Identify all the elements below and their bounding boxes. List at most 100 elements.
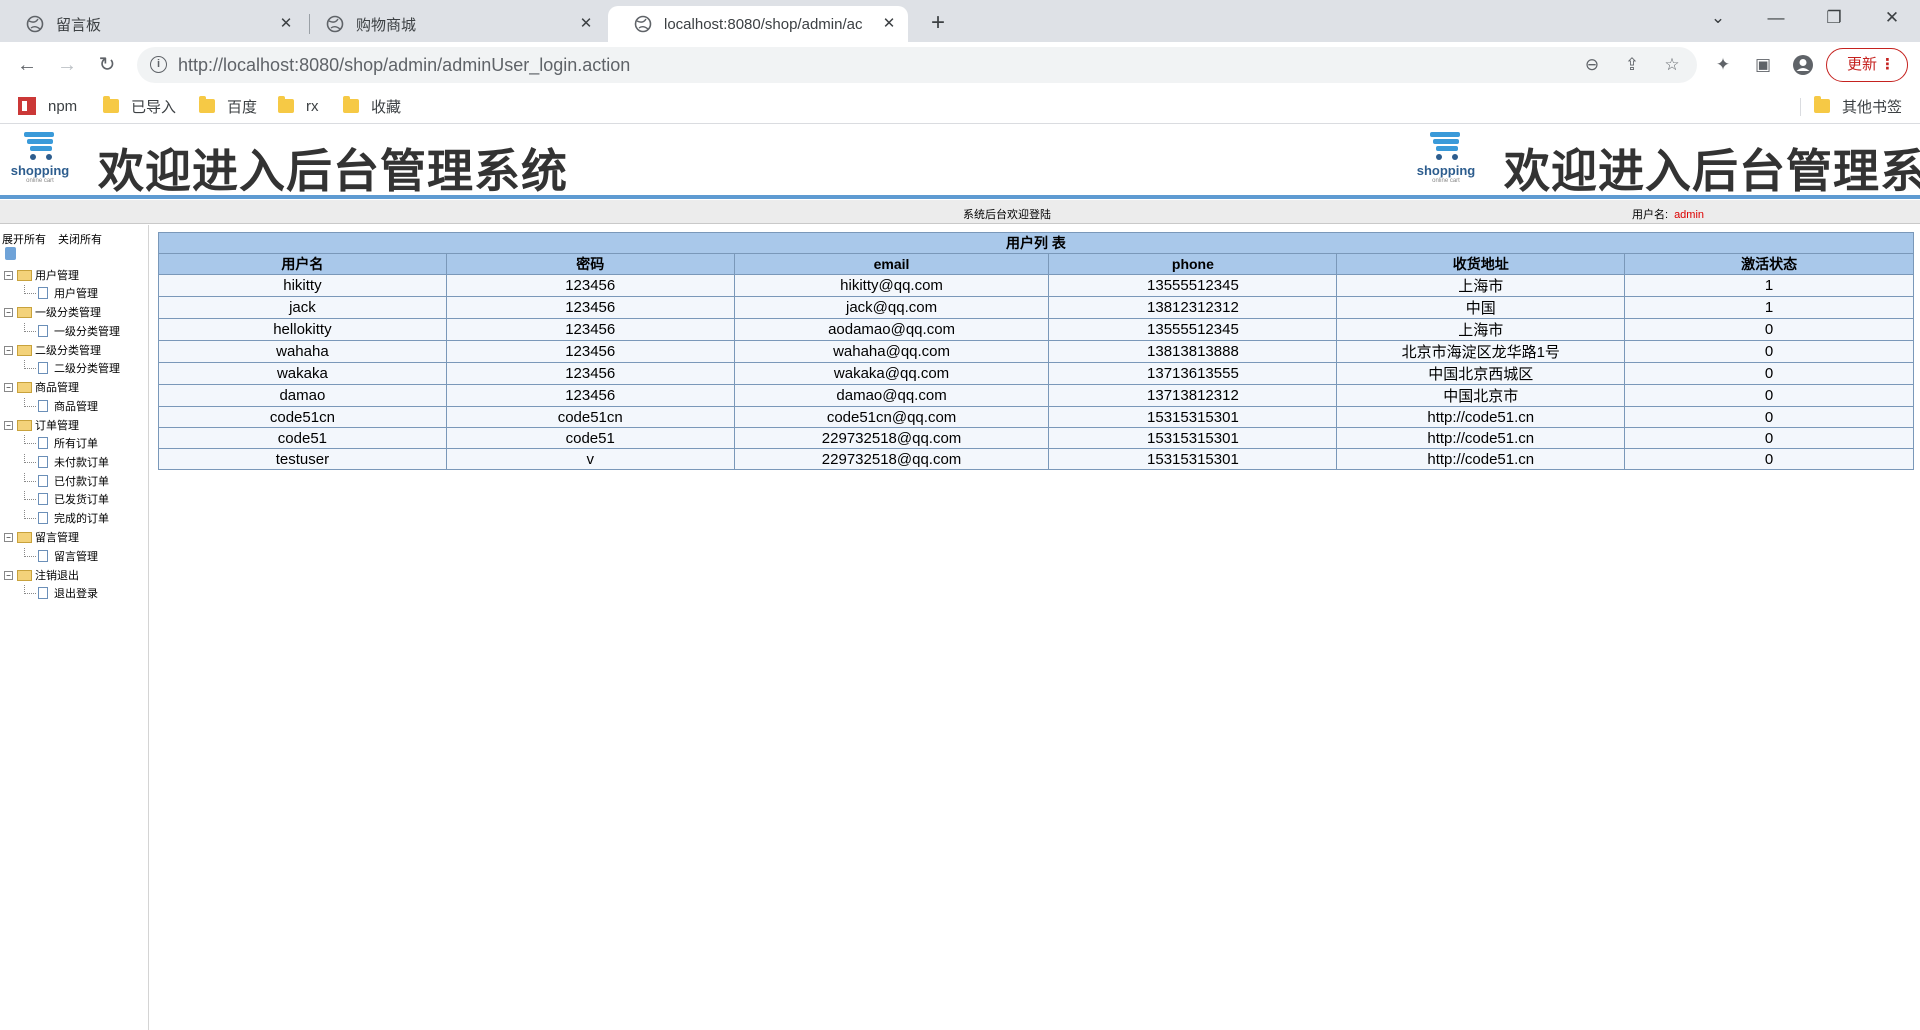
url-host: http://localhost:8080 bbox=[178, 55, 340, 75]
table-row: hikitty 123456 hikitty@qq.com 13555512345 上海… bbox=[158, 274, 1914, 297]
page-icon bbox=[38, 400, 48, 412]
url-text[interactable]: http://localhost:8080/shop/admin/adminUs… bbox=[178, 55, 630, 76]
cell-address: 上海市 bbox=[1336, 274, 1626, 297]
cell-status: 0 bbox=[1624, 448, 1914, 470]
tree-item-unpaid-orders[interactable]: 未付款订单 bbox=[24, 453, 109, 470]
tab-search-icon[interactable]: ⌄ bbox=[1706, 8, 1730, 28]
tree-group-product[interactable]: − 商品管理 bbox=[4, 379, 79, 395]
tree-item-category1[interactable]: 一级分类管理 bbox=[24, 322, 120, 339]
bookmark-label: 已导入 bbox=[131, 98, 177, 116]
bookmark-rx[interactable]: rx bbox=[278, 96, 319, 116]
admin-sidebar: 展开所有 关闭所有 − 用户管理 用户管理 − 一级分类管理 一级分类管理 − 二级分类… bbox=[0, 225, 149, 1030]
table-row: code51cn code51cn code51cn@qq.com 153153153… bbox=[158, 406, 1914, 428]
expand-all-link[interactable]: 展开所有 bbox=[2, 234, 46, 246]
cell-status: 1 bbox=[1624, 296, 1914, 319]
zoom-icon[interactable]: ⊖ bbox=[1581, 54, 1603, 76]
tree-group-order[interactable]: − 订单管理 bbox=[4, 417, 79, 433]
new-tab-icon[interactable]: + bbox=[925, 9, 951, 37]
tree-item-completed-orders[interactable]: 完成的订单 bbox=[24, 509, 109, 526]
welcome-text: 系统后台欢迎登陆 bbox=[963, 209, 1051, 221]
page-icon bbox=[38, 362, 48, 374]
tree-line bbox=[24, 453, 36, 463]
address-bar[interactable]: i http://localhost:8080/shop/admin/admin… bbox=[137, 47, 1697, 83]
cell-status: 0 bbox=[1624, 340, 1914, 363]
tree-group-user[interactable]: − 用户管理 bbox=[4, 267, 79, 283]
cell-email: wakaka@qq.com bbox=[733, 362, 1050, 385]
close-icon[interactable]: ✕ bbox=[880, 15, 898, 33]
cell-status: 0 bbox=[1624, 384, 1914, 407]
tab-shopping-mall[interactable]: 购物商城 ✕ bbox=[300, 6, 605, 42]
tab-message-board[interactable]: 留言板 ✕ bbox=[0, 6, 305, 42]
collapse-icon[interactable]: − bbox=[4, 345, 13, 355]
tree-item-product[interactable]: 商品管理 bbox=[24, 397, 98, 414]
tree-group-label: 一级分类管理 bbox=[35, 307, 101, 319]
tab-admin[interactable]: localhost:8080/shop/admin/ac ✕ bbox=[608, 6, 908, 42]
tree-item-shipped-orders[interactable]: 已发货订单 bbox=[24, 490, 109, 507]
collapse-icon[interactable]: − bbox=[4, 532, 13, 542]
tree-item-category2[interactable]: 二级分类管理 bbox=[24, 359, 120, 376]
tree-item-user[interactable]: 用户管理 bbox=[24, 284, 98, 301]
tree-group-logout[interactable]: − 注销退出 bbox=[4, 567, 79, 583]
tree-group-message[interactable]: − 留言管理 bbox=[4, 529, 79, 545]
update-button[interactable]: 更新 ⋮ bbox=[1826, 48, 1908, 82]
folder-icon bbox=[17, 306, 32, 318]
bookmark-baidu[interactable]: 百度 bbox=[199, 96, 257, 116]
folder-icon bbox=[17, 419, 32, 431]
cell-email: 229732518@qq.com bbox=[733, 427, 1050, 449]
collapse-icon[interactable]: − bbox=[4, 570, 13, 580]
share-icon[interactable]: ⇪ bbox=[1621, 54, 1643, 76]
collapse-icon[interactable]: − bbox=[4, 382, 13, 392]
site-info-icon[interactable]: i bbox=[150, 56, 167, 73]
collapse-icon[interactable]: − bbox=[4, 270, 13, 280]
tree-item-all-orders[interactable]: 所有订单 bbox=[24, 434, 98, 451]
back-icon[interactable]: ← bbox=[12, 50, 42, 80]
bookmark-other[interactable]: 其他书签 bbox=[1814, 96, 1902, 116]
tree-group-label: 二级分类管理 bbox=[35, 345, 101, 357]
table-row: testuser v 229732518@qq.com 15315315301 http… bbox=[158, 448, 1914, 470]
restore-icon[interactable]: ❐ bbox=[1822, 8, 1846, 28]
cart-icon bbox=[1430, 132, 1460, 160]
folder-icon bbox=[17, 569, 32, 581]
collapse-icon[interactable]: − bbox=[4, 420, 13, 430]
tree-item-logout[interactable]: 退出登录 bbox=[24, 584, 98, 601]
tree-item-message[interactable]: 留言管理 bbox=[24, 547, 98, 564]
star-icon[interactable]: ☆ bbox=[1661, 54, 1683, 76]
table-row: wahaha 123456 wahaha@qq.com 13813813888 北京市海… bbox=[158, 340, 1914, 363]
tree-group-category2[interactable]: − 二级分类管理 bbox=[4, 342, 101, 358]
extensions-icon[interactable]: ✦ bbox=[1708, 50, 1738, 80]
cell-username: damao bbox=[158, 384, 447, 407]
collapse-all-link[interactable]: 关闭所有 bbox=[58, 234, 102, 246]
cell-address: http://code51.cn bbox=[1336, 427, 1626, 449]
folder-icon bbox=[17, 531, 32, 543]
reload-icon[interactable]: ↻ bbox=[92, 50, 122, 80]
tree-root-icon bbox=[5, 247, 16, 260]
cell-username: wakaka bbox=[158, 362, 447, 385]
folder-icon bbox=[278, 96, 294, 113]
close-icon[interactable]: ✕ bbox=[277, 15, 295, 33]
profile-icon[interactable] bbox=[1788, 50, 1818, 80]
collapse-icon[interactable]: − bbox=[4, 307, 13, 317]
tree-item-paid-orders[interactable]: 已付款订单 bbox=[24, 472, 109, 489]
cell-status: 1 bbox=[1624, 274, 1914, 297]
side-panel-icon[interactable]: ▣ bbox=[1748, 50, 1778, 80]
window-close-icon[interactable]: ✕ bbox=[1880, 8, 1904, 28]
bookmark-npm[interactable]: npm bbox=[18, 96, 77, 116]
cell-address: 北京市海淀区龙华路1号 bbox=[1336, 340, 1626, 363]
folder-icon bbox=[343, 96, 359, 113]
minimize-icon[interactable]: — bbox=[1764, 8, 1788, 28]
tree-item-label: 已付款订单 bbox=[54, 476, 109, 488]
cell-username: code51cn bbox=[158, 406, 447, 428]
status-bar: 系统后台欢迎登陆 用户名: admin bbox=[0, 200, 1920, 224]
cell-username: code51 bbox=[158, 427, 447, 449]
close-icon[interactable]: ✕ bbox=[577, 15, 595, 33]
page-icon bbox=[38, 550, 48, 562]
forward-icon[interactable]: → bbox=[52, 50, 82, 80]
bookmark-favorites[interactable]: 收藏 bbox=[343, 96, 401, 116]
tree-group-category1[interactable]: − 一级分类管理 bbox=[4, 304, 101, 320]
page-icon bbox=[38, 475, 48, 487]
tab-title: localhost:8080/shop/admin/ac bbox=[664, 15, 863, 33]
logo-word: shopping bbox=[1416, 163, 1476, 178]
tree-line bbox=[24, 509, 36, 519]
npm-icon bbox=[18, 97, 36, 115]
bookmark-imported[interactable]: 已导入 bbox=[103, 96, 176, 116]
